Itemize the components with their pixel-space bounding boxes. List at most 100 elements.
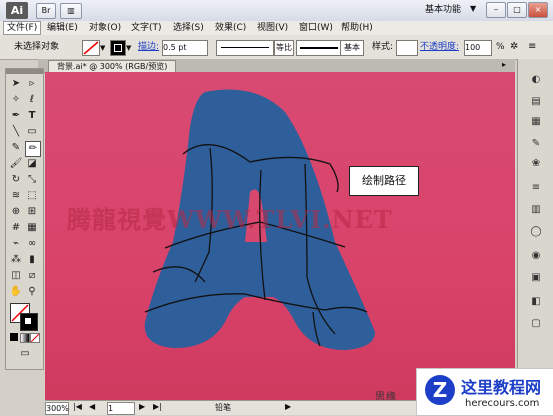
scale-tool-icon[interactable]: ⤡ (25, 173, 39, 187)
menu-view[interactable]: 视图(V) (254, 21, 291, 35)
brush-preview[interactable] (296, 40, 342, 56)
free-transform-tool-icon[interactable]: ⬚ (25, 189, 39, 203)
first-page-button[interactable]: |◀ (73, 402, 82, 411)
maximize-button[interactable]: □ (507, 2, 527, 18)
zoom-tool-icon[interactable]: ⚲ (25, 285, 39, 299)
swatches-panel-icon[interactable]: ▦ (528, 115, 544, 129)
brand-logo-icon: Z (425, 375, 455, 405)
line-tool-icon[interactable]: ╲ (9, 125, 23, 139)
pen-tool-icon[interactable]: ✒ (9, 109, 23, 123)
zoom-field[interactable]: 300% (45, 402, 69, 415)
stroke-swatch[interactable] (110, 40, 126, 56)
menu-select[interactable]: 选择(S) (170, 21, 207, 35)
menu-effect[interactable]: 效果(C) (212, 21, 249, 35)
workspace-switcher[interactable]: 基本功能 (425, 2, 475, 18)
style-label: 样式: (372, 42, 394, 52)
brand-badge: Z 这里教程网 herecours.com (416, 368, 553, 416)
fill-swatch[interactable] (82, 40, 100, 56)
rotate-tool-icon[interactable]: ↻ (9, 173, 23, 187)
screen-mode-icon[interactable]: ▭ (18, 347, 32, 361)
type-tool-icon[interactable]: T (25, 109, 39, 123)
minimize-button[interactable]: – (486, 2, 506, 18)
workspace-dropdown-icon[interactable]: ▼ (470, 4, 476, 13)
bridge-button[interactable]: Br (36, 3, 56, 19)
stroke-label[interactable]: 描边: (138, 40, 159, 54)
none-mode-icon[interactable] (30, 333, 40, 343)
page-field[interactable]: 1 (107, 402, 135, 415)
appearance-panel-icon[interactable]: ◉ (528, 249, 544, 263)
menu-edit[interactable]: 编辑(E) (44, 21, 81, 35)
panel-menu-icon[interactable]: ≡ (528, 40, 536, 54)
watermark-text-2: 思缘 (375, 392, 397, 400)
brand-url: herecours.com (465, 398, 540, 409)
transparency-panel-icon[interactable]: ◯ (528, 225, 544, 239)
color-guide-panel-icon[interactable]: ▤ (528, 95, 544, 109)
tools-panel-grip[interactable] (6, 69, 43, 74)
stroke-line-preview[interactable] (216, 40, 274, 56)
eraser-tool-icon[interactable]: ◪ (25, 157, 39, 171)
tools-panel: ➤ ▹ ✧ ℓ ✒ T ╲ ▭ ✎ ✏ 🖌 ◪ ↻ ⤡ ≋ ⬚ ⊕ ⊞ # ▦ … (5, 68, 44, 370)
stroke-dropdown-icon[interactable]: ▼ (126, 44, 131, 52)
color-panel-icon[interactable]: ◐ (528, 73, 544, 87)
symbols-panel-icon[interactable]: ❀ (528, 157, 544, 171)
status-menu-icon[interactable]: ▶ (285, 402, 291, 411)
layers-panel-icon[interactable]: ◧ (528, 295, 544, 309)
artboard-tool-icon[interactable]: ◫ (9, 269, 23, 283)
blend-tool-icon[interactable]: ∞ (25, 237, 39, 251)
callout-label: 绘制路径 (349, 166, 419, 196)
slice-tool-icon[interactable]: ⧄ (25, 269, 39, 283)
paintbrush-tool-icon[interactable]: ✎ (9, 141, 23, 155)
color-mode-icon[interactable] (10, 333, 18, 341)
right-panel-dock: ◐ ▤ ▦ ✎ ❀ ≡ ▥ ◯ ◉ ▣ ◧ ▢ (517, 59, 553, 400)
menu-object[interactable]: 对象(O) (86, 21, 124, 35)
stroke-weight-field[interactable]: 0.5 pt (162, 40, 208, 56)
menu-window[interactable]: 窗口(W) (296, 21, 336, 35)
eyedropper-tool-icon[interactable]: ⌁ (9, 237, 23, 251)
opacity-field[interactable]: 100 (464, 40, 492, 56)
fill-dropdown-icon[interactable]: ▼ (100, 44, 105, 52)
lasso-tool-icon[interactable]: ℓ (25, 93, 39, 107)
gradient-panel-icon[interactable]: ▥ (528, 203, 544, 217)
mesh-tool-icon[interactable]: # (9, 221, 23, 235)
watermark-text: 腾龍視覺WWW.TLVI.NET (67, 205, 393, 234)
artboards-panel-icon[interactable]: ▢ (528, 317, 544, 331)
gradient-mode-icon[interactable] (20, 333, 30, 343)
stroke-profile[interactable]: 等比 (274, 40, 294, 56)
menu-help[interactable]: 帮助(H) (338, 21, 376, 35)
next-page-button[interactable]: ▶ (139, 402, 145, 411)
stroke-color-box[interactable] (20, 313, 38, 331)
tab-menu-icon[interactable]: ▸ (502, 60, 506, 69)
document-tab-bar: 背景.ai* @ 300% (RGB/预览) ▸ (38, 59, 515, 73)
column-graph-tool-icon[interactable]: ▮ (25, 253, 39, 267)
style-swatch[interactable] (396, 40, 418, 56)
menu-file[interactable]: 文件(F) (3, 21, 42, 35)
current-tool-label: 铅笔 (215, 403, 231, 412)
shape-builder-tool-icon[interactable]: ⊕ (9, 205, 23, 219)
direct-selection-tool-icon[interactable]: ▹ (25, 77, 39, 91)
prev-page-button[interactable]: ◀ (89, 402, 95, 411)
control-bar: 未选择对象 ▼ ▼ 描边: 0.5 pt 等比 基本 样式: 不透明度: 100… (0, 35, 553, 60)
graphic-styles-panel-icon[interactable]: ▣ (528, 271, 544, 285)
blob-brush-tool-icon[interactable]: 🖌 (9, 157, 23, 171)
selection-tool-icon[interactable]: ➤ (9, 77, 23, 91)
gradient-tool-icon[interactable]: ▦ (25, 221, 39, 235)
recolor-icon[interactable]: ✲ (510, 40, 518, 54)
stroke-panel-icon[interactable]: ≡ (528, 181, 544, 195)
symbol-sprayer-tool-icon[interactable]: ⁂ (9, 253, 23, 267)
brushes-panel-icon[interactable]: ✎ (528, 137, 544, 151)
last-page-button[interactable]: ▶| (153, 402, 162, 411)
hand-tool-icon[interactable]: ✋ (9, 285, 23, 299)
arrange-documents-button[interactable]: ▥ (60, 3, 82, 19)
percent-sign: % (496, 42, 505, 52)
ai-logo: Ai (6, 2, 28, 19)
artboard-canvas[interactable]: 腾龍視覺WWW.TLVI.NET 绘制路径 思缘 (45, 72, 515, 400)
perspective-grid-tool-icon[interactable]: ⊞ (25, 205, 39, 219)
opacity-label[interactable]: 不透明度: (420, 40, 459, 54)
warp-tool-icon[interactable]: ≋ (9, 189, 23, 203)
magic-wand-tool-icon[interactable]: ✧ (9, 93, 23, 107)
close-button[interactable]: × (528, 2, 548, 18)
brush-definition[interactable]: 基本 (340, 40, 364, 56)
rectangle-tool-icon[interactable]: ▭ (25, 125, 39, 139)
pencil-tool-icon[interactable]: ✏ (25, 141, 41, 157)
menu-type[interactable]: 文字(T) (128, 21, 165, 35)
